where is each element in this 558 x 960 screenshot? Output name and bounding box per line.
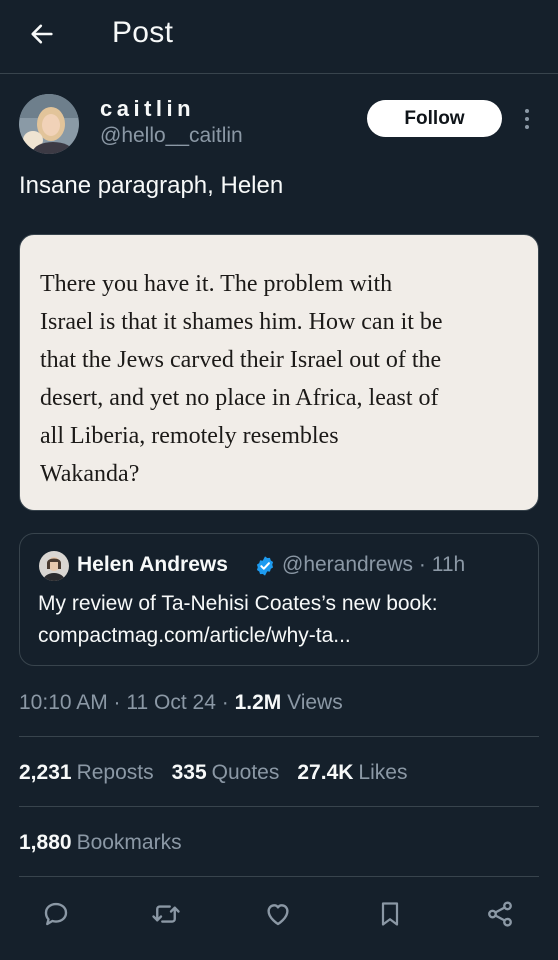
back-button[interactable] [22, 14, 62, 54]
top-bar: Post [0, 0, 558, 74]
arrow-left-icon [31, 24, 53, 44]
like-button[interactable] [258, 894, 298, 934]
likes-stat[interactable]: 27.4K Likes [297, 761, 407, 785]
bookmark-button[interactable] [370, 894, 410, 934]
post-timestamp: 10:10 AM · 11 Oct 24 · [19, 691, 235, 714]
post-text: Insane paragraph, Helen [19, 172, 284, 199]
views-label: Views [281, 691, 343, 714]
reply-button[interactable] [36, 894, 76, 934]
quoted-post[interactable]: Helen Andrews @herandrews · 11h My revie… [19, 533, 539, 666]
repost-icon [152, 905, 180, 923]
quoted-author-name: Helen Andrews [77, 553, 228, 576]
post-image[interactable]: There you have it. The problem with Isra… [19, 234, 539, 511]
divider [19, 736, 539, 737]
reply-icon [44, 902, 68, 926]
bookmark-icon [381, 902, 399, 926]
post-image-text: There you have it. The problem with Isra… [40, 271, 443, 487]
more-options-button[interactable] [518, 104, 536, 134]
author-avatar[interactable] [19, 94, 79, 154]
reposts-stat[interactable]: 2,231 Reposts [19, 761, 154, 785]
post-metadata: 10:10 AM · 11 Oct 24 · 1.2M Views [19, 691, 343, 715]
quotes-stat[interactable]: 335 Quotes [172, 761, 280, 785]
divider [19, 876, 539, 877]
quoted-post-text: My review of Ta-Nehisi Coates’s new book… [38, 592, 438, 615]
share-button[interactable] [480, 894, 520, 934]
views-count: 1.2M [234, 691, 282, 714]
divider [19, 806, 539, 807]
quoted-author-handle: @herandrews · 11h [282, 553, 466, 576]
verified-badge-icon [256, 556, 274, 576]
page-title: Post [112, 16, 174, 49]
bookmarks-stat[interactable]: 1,880 Bookmarks [19, 831, 182, 855]
engagement-stats: 2,231 Reposts 335 Quotes 27.4K Likes [19, 761, 407, 785]
author-display-name[interactable]: caitlin [100, 96, 195, 122]
like-icon [267, 904, 289, 926]
quoted-post-link: compactmag.com/article/why-ta... [38, 624, 351, 647]
author-handle[interactable]: @hello__caitlin [100, 124, 243, 148]
quoted-author-avatar [39, 551, 69, 581]
more-vertical-icon [525, 109, 529, 113]
follow-button[interactable]: Follow [367, 100, 502, 137]
share-icon [488, 901, 512, 927]
repost-button[interactable] [146, 894, 186, 934]
